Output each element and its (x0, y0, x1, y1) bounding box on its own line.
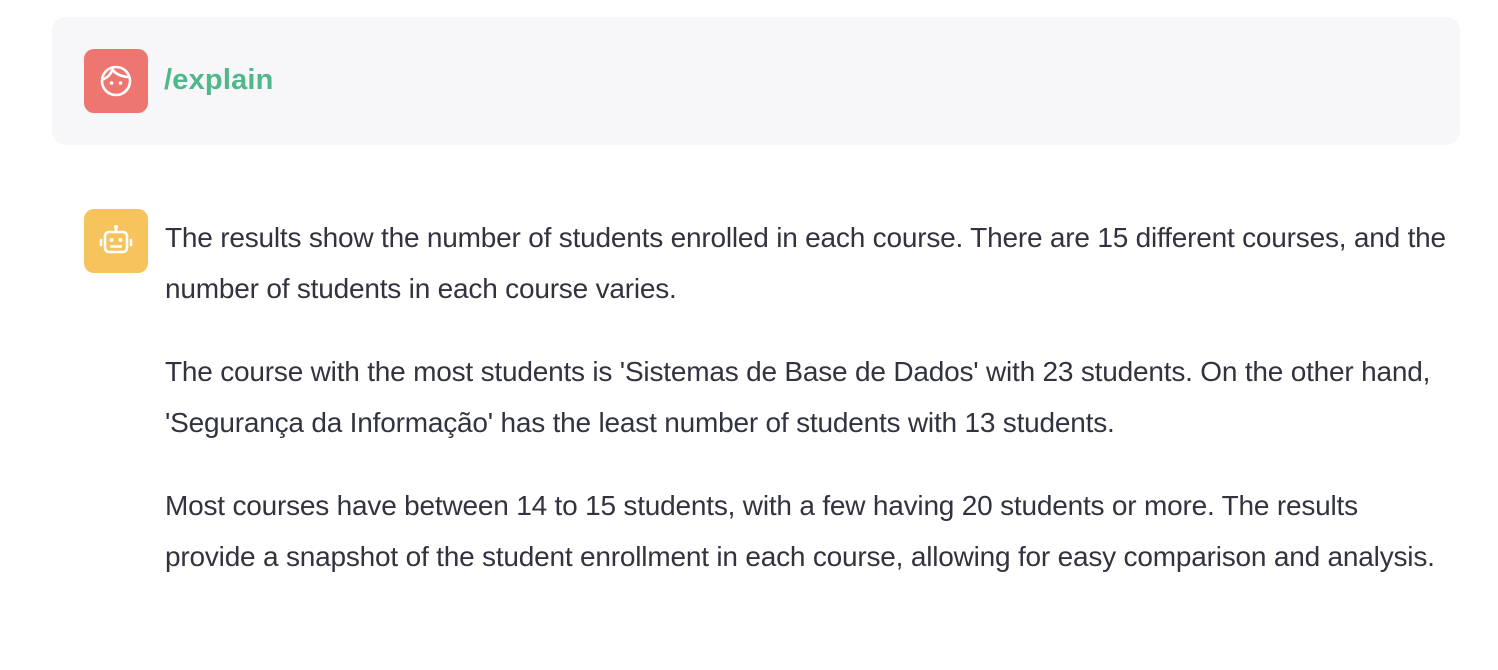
assistant-paragraph-2: The course with the most students is 'Si… (165, 356, 1431, 438)
assistant-paragraph-3: Most courses have between 14 to 15 stude… (165, 490, 1435, 572)
user-avatar (84, 49, 148, 113)
assistant-message: The results show the number of students … (165, 212, 1455, 582)
face-icon (100, 65, 132, 97)
assistant-avatar (84, 209, 148, 273)
user-message: /explain (52, 17, 1460, 145)
user-command-text: /explain (164, 64, 274, 96)
robot-icon (99, 225, 133, 254)
assistant-paragraph-1: The results show the number of students … (165, 222, 1446, 304)
